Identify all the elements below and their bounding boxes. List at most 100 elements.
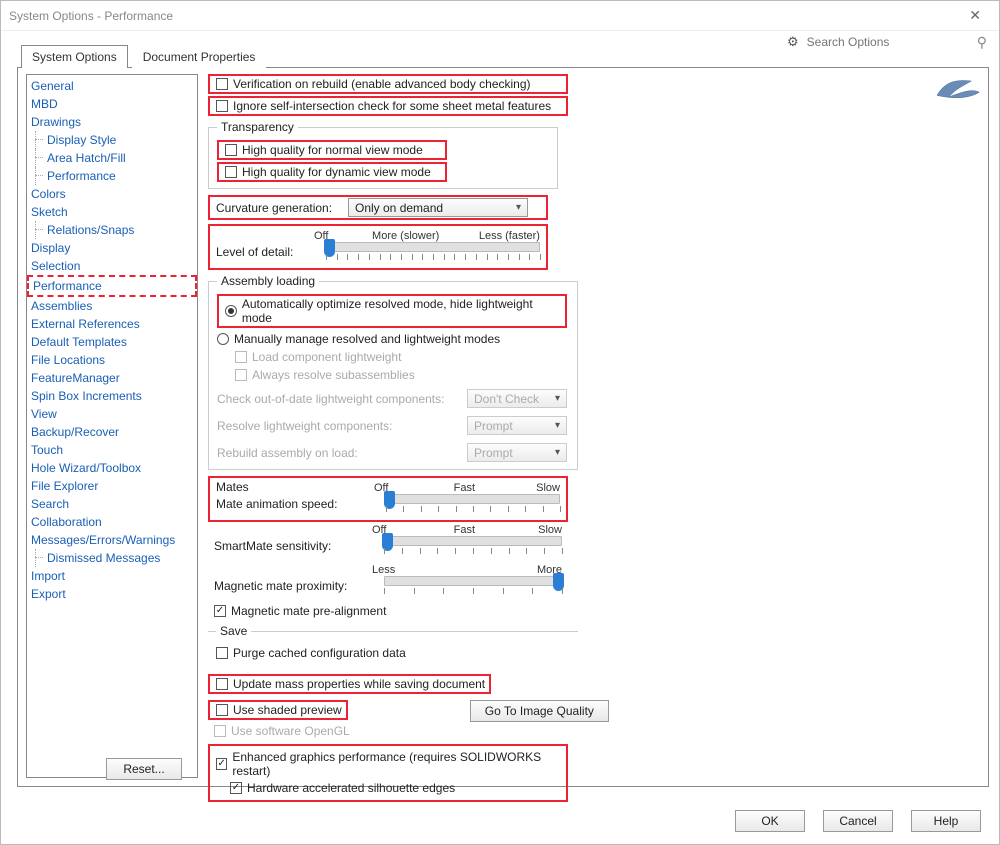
smartmate-label: SmartMate sensitivity: [214,539,372,553]
chevron-down-icon: ▾ [516,202,521,213]
tree-item-backup-recover[interactable]: Backup/Recover [27,423,197,441]
ignore-self-intersection-label: Ignore self-intersection check for some … [233,99,551,113]
resolve-lw-select: Prompt ▾ [467,416,567,435]
tree-item-touch[interactable]: Touch [27,441,197,459]
magmate-slider[interactable] [384,576,562,586]
tree-item-general[interactable]: General [27,77,197,95]
trans-normal-checkbox[interactable] [225,144,237,156]
tree-item-search[interactable]: Search [27,495,197,513]
check-ood-select: Don't Check ▾ [467,389,567,408]
assembly-loading-legend: Assembly loading [217,274,319,288]
lod-more-label: More (slower) [372,230,439,242]
auto-optimize-radio[interactable] [225,305,237,317]
tree-item-performance[interactable]: Performance [27,167,197,185]
tree-item-assemblies[interactable]: Assemblies [27,297,197,315]
lod-less-label: Less (faster) [479,230,540,242]
tree-item-area-hatch-fill[interactable]: Area Hatch/Fill [27,149,197,167]
always-resolve-checkbox [235,369,247,381]
tab-system-options[interactable]: System Options [21,45,128,68]
cancel-button[interactable]: Cancel [823,810,893,832]
purge-cached-label: Purge cached configuration data [233,646,406,660]
auto-optimize-label: Automatically optimize resolved mode, hi… [242,297,561,325]
tree-item-external-references[interactable]: External References [27,315,197,333]
smartmate-slider[interactable] [384,536,562,546]
chevron-down-icon: ▾ [555,447,560,458]
hw-silhouette-checkbox[interactable] [230,782,242,794]
resolve-lw-label: Resolve lightweight components: [217,419,467,433]
tree-item-dismissed-messages[interactable]: Dismissed Messages [27,549,197,567]
tree-item-export[interactable]: Export [27,585,197,603]
search-icon[interactable]: ⚲ [977,34,987,51]
manual-modes-label: Manually manage resolved and lightweight… [234,332,500,346]
reset-button[interactable]: Reset... [106,758,182,780]
trans-normal-label: High quality for normal view mode [242,143,423,157]
enhanced-graphics-checkbox[interactable] [216,758,227,770]
tree-item-view[interactable]: View [27,405,197,423]
smart-slow-label: Slow [538,524,562,536]
rebuild-load-select: Prompt ▾ [467,443,567,462]
trans-dynamic-checkbox[interactable] [225,166,237,178]
trans-dynamic-label: High quality for dynamic view mode [242,165,431,179]
use-opengl-checkbox [214,725,226,737]
tree-item-display[interactable]: Display [27,239,197,257]
mate-anim-label: Mate animation speed: [216,497,374,511]
window-title: System Options - Performance [9,9,173,23]
update-mass-checkbox[interactable] [216,678,228,690]
level-of-detail-label: Level of detail: [216,245,314,259]
tree-item-drawings[interactable]: Drawings [27,113,197,131]
magmate-prealign-checkbox[interactable] [214,605,226,617]
close-icon[interactable]: ✕ [959,3,991,28]
tree-item-default-templates[interactable]: Default Templates [27,333,197,351]
search-options[interactable]: ⚙ ⚲ [787,33,987,51]
options-tree[interactable]: GeneralMBDDrawingsDisplay StyleArea Hatc… [26,74,198,778]
smart-fast-label: Fast [454,524,475,536]
mates-legend: Mates [216,480,249,494]
tree-item-performance[interactable]: Performance [27,275,197,297]
tree-item-import[interactable]: Import [27,567,197,585]
rebuild-load-label: Rebuild assembly on load: [217,446,467,460]
titlebar: System Options - Performance ✕ [1,1,999,31]
tree-item-colors[interactable]: Colors [27,185,197,203]
goto-image-quality-button[interactable]: Go To Image Quality [470,700,609,722]
ok-button[interactable]: OK [735,810,805,832]
verification-on-rebuild-checkbox[interactable] [216,78,228,90]
use-shaded-checkbox[interactable] [216,704,228,716]
tree-item-mbd[interactable]: MBD [27,95,197,113]
tree-item-relations-snaps[interactable]: Relations/Snaps [27,221,197,239]
tree-item-sketch[interactable]: Sketch [27,203,197,221]
help-button[interactable]: Help [911,810,981,832]
use-shaded-label: Use shaded preview [233,703,342,717]
tree-item-featuremanager[interactable]: FeatureManager [27,369,197,387]
load-lightweight-label: Load component lightweight [252,350,401,364]
tree-item-selection[interactable]: Selection [27,257,197,275]
magmate-label: Magnetic mate proximity: [214,579,372,593]
transparency-legend: Transparency [217,120,298,134]
chevron-down-icon: ▾ [555,393,560,404]
chevron-down-icon: ▾ [555,420,560,431]
tab-document-properties[interactable]: Document Properties [132,45,267,68]
tree-item-file-locations[interactable]: File Locations [27,351,197,369]
manual-modes-radio[interactable] [217,333,229,345]
tree-item-messages-errors-warnings[interactable]: Messages/Errors/Warnings [27,531,197,549]
tree-item-display-style[interactable]: Display Style [27,131,197,149]
level-of-detail-slider[interactable] [326,242,540,252]
tree-item-spin-box-increments[interactable]: Spin Box Increments [27,387,197,405]
mate-anim-slider[interactable] [386,494,560,504]
tree-item-file-explorer[interactable]: File Explorer [27,477,197,495]
mates-fast-label: Fast [454,482,475,494]
verification-on-rebuild-label: Verification on rebuild (enable advanced… [233,77,531,91]
magmate-prealign-label: Magnetic mate pre-alignment [231,604,386,618]
use-opengl-label: Use software OpenGL [231,724,350,738]
tree-item-hole-wizard-toolbox[interactable]: Hole Wizard/Toolbox [27,459,197,477]
search-input[interactable] [803,33,973,51]
check-ood-label: Check out-of-date lightweight components… [217,392,467,406]
assembly-loading-group: Assembly loading Automatically optimize … [208,274,578,470]
tree-item-collaboration[interactable]: Collaboration [27,513,197,531]
curvature-generation-select[interactable]: Only on demand ▾ [348,198,528,217]
load-lightweight-checkbox [235,351,247,363]
gear-icon: ⚙ [787,34,799,50]
save-group: Save Purge cached configuration data [208,624,578,668]
performance-panel: Verification on rebuild (enable advanced… [208,74,980,778]
purge-cached-checkbox[interactable] [216,647,228,659]
ignore-self-intersection-checkbox[interactable] [216,100,228,112]
